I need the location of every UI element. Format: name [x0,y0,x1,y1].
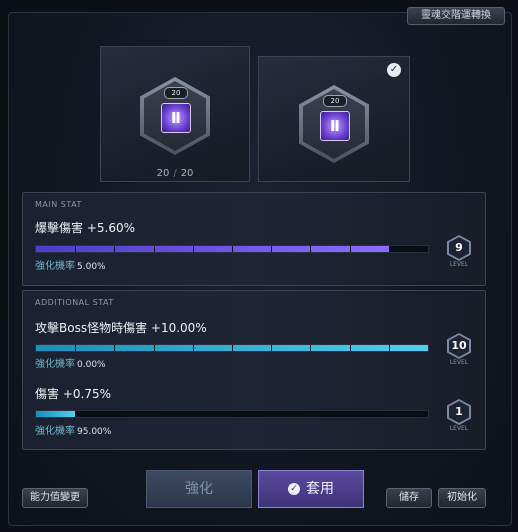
core-emblem: 20 Ⅱ [140,77,210,155]
bar-segment-divider [271,411,273,417]
additional-stat-2-progress-bar [35,410,429,418]
conversion-button[interactable]: 靈魂交階運轉換 [407,7,505,25]
core-count: 20/20 [101,168,249,179]
bar-segment-divider [349,345,351,351]
main-stat-rate: 強化機率 5.00% [35,257,106,272]
bar-segment-divider [75,345,77,351]
additional-stat-2-name: 傷害 +0.75% [35,387,111,401]
bar-segment-divider [232,246,233,252]
preview-core-card[interactable]: ✓ 20 Ⅱ [258,56,410,182]
current-core-card[interactable]: 20 Ⅱ 20/20 [100,46,250,182]
preview-gem-icon: Ⅱ [320,111,350,141]
bar-segment-divider [192,411,194,417]
rate-value: 5.00% [77,262,106,272]
main-stat-label: MAIN STAT [35,200,82,209]
bar-segment-divider [310,411,312,417]
additional-stat-1-name: 攻擊Boss怪物時傷害 +10.00% [35,321,207,335]
bar-segment-divider [271,345,273,351]
rate-label: 強化機率 [35,426,75,437]
level-caption: LEVEL [449,425,469,432]
additional-stat-panel: ADDITIONAL STAT 攻擊Boss怪物時傷害 +10.00% 強化機率… [22,290,486,450]
main-stat-panel: MAIN STAT 爆擊傷害 +5.60% 強化機率 5.00% 9 LEVEL [22,192,486,286]
count-max: 20 [180,168,194,179]
bar-segment-divider [153,345,155,351]
additional-stat-1-progress-bar [35,344,429,352]
enhance-button[interactable]: 強化 [146,470,252,508]
change-stats-button[interactable]: 能力值變更 [22,488,88,508]
bar-segment-divider [271,246,273,252]
reset-button[interactable]: 初始化 [438,488,486,508]
rate-label: 強化機率 [35,359,75,370]
rate-label: 強化機率 [35,261,75,272]
preview-core-emblem: 20 Ⅱ [299,85,369,163]
bar-segment-divider [192,345,194,351]
bar-segment-divider [310,246,312,252]
apply-button-label: 套用 [306,481,334,497]
bar-segment-divider [114,246,116,252]
additional-stat-1-level-badge: 10 LEVEL [442,333,476,367]
preview-level-badge: 20 [323,95,347,107]
bar-segment-divider [153,411,155,417]
core-gem-icon: Ⅱ [161,103,191,133]
count-separator: / [173,168,177,179]
core-level-badge: 20 [164,87,188,99]
count-current: 20 [156,168,170,179]
main-stat-progress-fill [36,246,389,252]
bar-segment-divider [349,246,351,252]
bar-segment-divider [75,246,77,252]
bar-segment-divider [232,411,233,417]
bar-segment-divider [232,345,233,351]
save-button[interactable]: 儲存 [386,488,432,508]
rate-value: 0.00% [77,360,106,370]
level-caption: LEVEL [449,261,469,268]
bar-segment-divider [388,411,390,417]
main-stat-name: 爆擊傷害 +5.60% [35,221,135,235]
main-stat-progress-bar [35,245,429,253]
additional-stat-2-level-badge: 1 LEVEL [442,399,476,433]
rate-value: 95.00% [77,427,112,437]
additional-stat-label: ADDITIONAL STAT [35,298,114,307]
bar-segment-divider [192,246,194,252]
bar-segment-divider [388,345,390,351]
bar-segment-divider [114,411,116,417]
bar-segment-divider [349,411,351,417]
bar-segment-divider [153,246,155,252]
additional-stat-2-rate: 強化機率 95.00% [35,422,111,437]
additional-stat-1-rate: 強化機率 0.00% [35,355,106,370]
bar-segment-divider [75,411,77,417]
check-circle-icon: ✓ [288,483,300,495]
check-icon: ✓ [387,63,401,77]
apply-button[interactable]: ✓ 套用 [258,470,364,508]
bar-segment-divider [114,345,116,351]
level-caption: LEVEL [449,359,469,366]
bar-segment-divider [388,246,390,252]
additional-stat-2-progress-fill [36,411,76,417]
bar-segment-divider [310,345,312,351]
main-stat-level-badge: 9 LEVEL [442,235,476,269]
